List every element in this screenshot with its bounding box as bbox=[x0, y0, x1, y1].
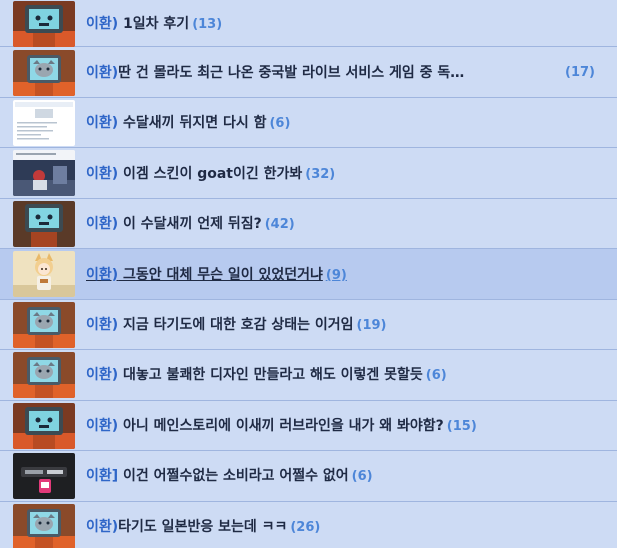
fox-girl-icon[interactable] bbox=[13, 251, 75, 297]
post-title[interactable]: 이환) 아니 메인스토리에 이새끼 러브라인을 내가 왜 봐야함? (15) bbox=[86, 402, 477, 450]
comment-count: (6) bbox=[269, 116, 291, 131]
post-prefix: 이환) bbox=[86, 367, 119, 383]
mascot-bluescreen-icon[interactable] bbox=[13, 1, 75, 47]
list-item[interactable]: 이환)타기도 일본반응 보는데 ㅋㅋ (26) bbox=[0, 502, 617, 548]
post-title[interactable]: 이환) 수달새끼 뒤지면 다시 함 (6) bbox=[86, 99, 290, 147]
post-prefix: 이환) bbox=[86, 65, 119, 81]
list-item[interactable]: 이환)딴 건 몰라도 최근 나온 중국발 라이브 서비스 게임 중 독… (17… bbox=[0, 47, 617, 98]
mascot-bluescreen-icon[interactable] bbox=[13, 201, 75, 247]
list-item[interactable]: 이환) 1일차 후기 (13) bbox=[0, 0, 617, 47]
post-prefix: 이환) bbox=[86, 16, 119, 32]
mascot-cat-icon[interactable] bbox=[13, 302, 75, 348]
post-title-text: 지금 타기도에 대한 호감 상태는 이거임 bbox=[118, 317, 354, 333]
comment-count: (17) bbox=[565, 65, 595, 80]
mascot-bluescreen-icon[interactable] bbox=[13, 403, 75, 449]
comment-count: (9) bbox=[325, 268, 347, 283]
post-title[interactable]: 이환)타기도 일본반응 보는데 ㅋㅋ (26) bbox=[86, 503, 320, 548]
post-title-text: 1일차 후기 bbox=[118, 16, 190, 32]
mascot-cat-icon[interactable] bbox=[13, 352, 75, 398]
post-prefix: 이환) bbox=[86, 267, 119, 283]
post-title-text: 수달새끼 뒤지면 다시 함 bbox=[118, 115, 267, 131]
post-title[interactable]: 이환) 이겜 스킨이 goat이긴 한가봐 (32) bbox=[86, 150, 335, 198]
comment-count: (26) bbox=[290, 520, 321, 535]
phone-screenshot-icon[interactable] bbox=[13, 453, 75, 499]
post-title[interactable]: 이환) 1일차 후기 (13) bbox=[86, 0, 222, 48]
post-title[interactable]: 이환) 지금 타기도에 대한 호감 상태는 이거임 (19) bbox=[86, 301, 386, 349]
mascot-cat-icon[interactable] bbox=[13, 504, 75, 548]
post-title[interactable]: 이환) 대놓고 불쾌한 디자인 만들라고 해도 이렇겐 못할듯 (6) bbox=[86, 351, 447, 399]
post-title-text: 그동안 대체 무슨 일이 있었던거냐 bbox=[118, 267, 323, 283]
post-title-text: 타기도 일본반응 보는데 ㅋㅋ bbox=[118, 519, 288, 535]
post-list: 이환) 1일차 후기 (13) 이환)딴 건 몰라도 최근 나온 중국발 라이브 … bbox=[0, 0, 617, 548]
list-item[interactable]: 이환) 이겜 스킨이 goat이긴 한가봐 (32) bbox=[0, 148, 617, 199]
post-title-text: 이건 어쩔수없는 소비라고 어쩔수 없어 bbox=[118, 468, 349, 484]
comment-count: (6) bbox=[351, 469, 373, 484]
post-prefix: 이환) bbox=[86, 519, 119, 535]
post-prefix: 이환) bbox=[86, 115, 119, 131]
post-prefix: 이환) bbox=[86, 317, 119, 333]
list-item[interactable]: 이환) 이 수달새끼 언제 뒤짐? (42) bbox=[0, 199, 617, 249]
list-item[interactable]: 이환] 이건 어쩔수없는 소비라고 어쩔수 없어 (6) bbox=[0, 451, 617, 502]
post-title[interactable]: 이환] 이건 어쩔수없는 소비라고 어쩔수 없어 (6) bbox=[86, 452, 373, 500]
post-prefix: 이환) bbox=[86, 166, 119, 182]
post-prefix: 이환) bbox=[86, 418, 119, 434]
post-prefix: 이환) bbox=[86, 216, 119, 232]
list-item[interactable]: 이환) 지금 타기도에 대한 호감 상태는 이거임 (19) bbox=[0, 300, 617, 350]
comment-count: (19) bbox=[356, 318, 387, 333]
post-title[interactable]: 이환) 그동안 대체 무슨 일이 있었던거냐 (9) bbox=[86, 251, 347, 299]
post-prefix: 이환] bbox=[86, 468, 119, 484]
comment-count: (15) bbox=[446, 419, 477, 434]
post-title-text: 딴 건 몰라도 최근 나온 중국발 라이브 서비스 게임 중 독… bbox=[118, 65, 465, 81]
document-screenshot-icon[interactable] bbox=[13, 100, 75, 146]
post-title-text: 이 수달새끼 언제 뒤짐? bbox=[118, 216, 262, 232]
comment-count: (13) bbox=[192, 17, 223, 32]
mascot-cat-icon[interactable] bbox=[13, 50, 75, 96]
post-title-text: 이겜 스킨이 goat이긴 한가봐 bbox=[118, 166, 303, 182]
post-title-text: 아니 메인스토리에 이새끼 러브라인을 내가 왜 봐야함? bbox=[118, 418, 444, 434]
comment-count: (6) bbox=[425, 368, 447, 383]
list-item[interactable]: 이환) 수달새끼 뒤지면 다시 함 (6) bbox=[0, 98, 617, 148]
post-title[interactable]: 이환)딴 건 몰라도 최근 나온 중국발 라이브 서비스 게임 중 독… bbox=[86, 49, 464, 97]
list-item[interactable]: 이환) 그동안 대체 무슨 일이 있었던거냐 (9) bbox=[0, 249, 617, 300]
game-screenshot-icon[interactable] bbox=[13, 150, 75, 196]
list-item[interactable]: 이환) 대놓고 불쾌한 디자인 만들라고 해도 이렇겐 못할듯 (6) bbox=[0, 350, 617, 401]
comment-count: (42) bbox=[264, 217, 295, 232]
comment-count: (32) bbox=[305, 167, 336, 182]
post-title-text: 대놓고 불쾌한 디자인 만들라고 해도 이렇겐 못할듯 bbox=[118, 367, 423, 383]
post-title[interactable]: 이환) 이 수달새끼 언제 뒤짐? (42) bbox=[86, 200, 295, 248]
list-item[interactable]: 이환) 아니 메인스토리에 이새끼 러브라인을 내가 왜 봐야함? (15) bbox=[0, 401, 617, 451]
